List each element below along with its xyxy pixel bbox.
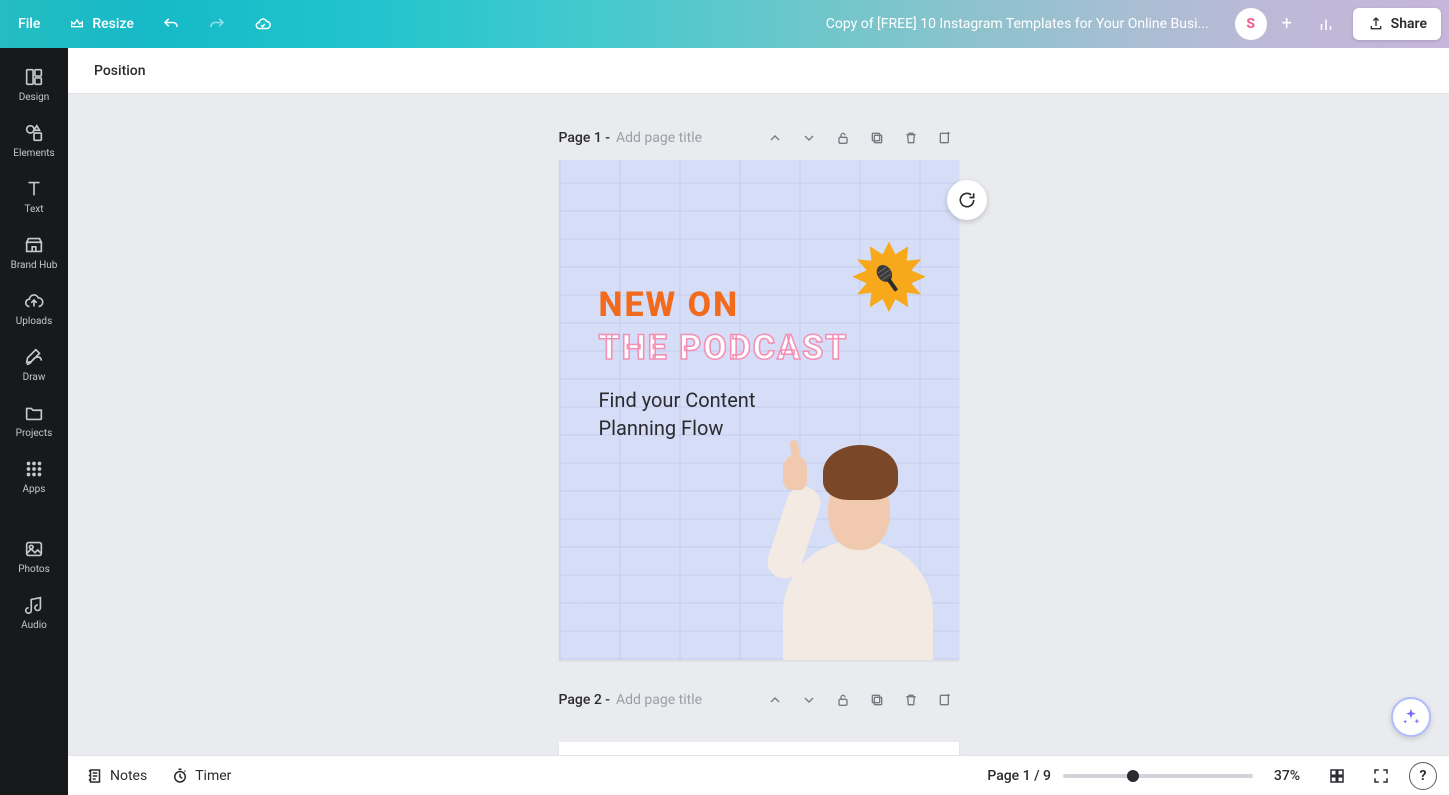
- insights-button[interactable]: [1307, 9, 1345, 39]
- upload-icon: [1367, 15, 1385, 33]
- share-button[interactable]: Share: [1353, 8, 1441, 40]
- zoom-percent[interactable]: 37%: [1265, 768, 1309, 784]
- cloud-check-icon: [254, 15, 272, 33]
- file-menu[interactable]: File: [8, 10, 50, 38]
- design-body-text[interactable]: Find your Content Planning Flow: [599, 386, 756, 442]
- sidebar-label-uploads: Uploads: [12, 316, 56, 328]
- person-photo[interactable]: [753, 370, 953, 660]
- grid-icon: [1328, 767, 1346, 785]
- page1-delete-button[interactable]: [897, 124, 925, 152]
- page1-add-button[interactable]: [931, 124, 959, 152]
- left-sidebar: Design Elements Text Brand Hub Uploads D…: [0, 48, 68, 795]
- position-label: Position: [94, 63, 146, 79]
- page1-collapse-down-button[interactable]: [795, 124, 823, 152]
- sidebar-item-uploads[interactable]: Uploads: [0, 280, 68, 336]
- sidebar-label-brand-hub: Brand Hub: [7, 260, 62, 272]
- help-button[interactable]: ?: [1409, 762, 1437, 790]
- sidebar-item-apps[interactable]: Apps: [0, 448, 68, 504]
- sidebar-item-projects[interactable]: Projects: [0, 392, 68, 448]
- page1-canvas[interactable]: NEW ON THE PODCAST Find your Content Pla…: [559, 160, 959, 660]
- sidebar-label-elements: Elements: [9, 148, 58, 160]
- design-heading-line2[interactable]: THE PODCAST: [599, 328, 849, 368]
- sidebar-item-brand-hub[interactable]: Brand Hub: [0, 224, 68, 280]
- fullscreen-button[interactable]: [1365, 760, 1397, 792]
- page1-collapse-up-button[interactable]: [761, 124, 789, 152]
- zoom-slider-knob[interactable]: [1127, 770, 1139, 782]
- page2-collapse-up-button[interactable]: [761, 686, 789, 714]
- sidebar-label-draw: Draw: [19, 372, 50, 384]
- page2-title-placeholder[interactable]: Add page title: [616, 692, 702, 708]
- page2-duplicate-button[interactable]: [863, 686, 891, 714]
- page1-prefix: Page 1 -: [559, 130, 611, 146]
- timer-label: Timer: [195, 768, 231, 784]
- file-menu-label: File: [18, 16, 40, 32]
- add-collaborator-button[interactable]: +: [1275, 12, 1299, 36]
- sidebar-label-projects: Projects: [12, 428, 57, 440]
- avatar-initial: S: [1246, 16, 1255, 32]
- refresh-icon: [957, 190, 977, 210]
- page2-prefix: Page 2 -: [559, 692, 611, 708]
- cloud-sync-button[interactable]: [244, 9, 282, 39]
- page2-header: Page 2 - Add page title: [559, 686, 959, 714]
- context-toolbar: Position: [68, 48, 1449, 94]
- sidebar-item-elements[interactable]: Elements: [0, 112, 68, 168]
- sidebar-label-photos: Photos: [14, 564, 54, 576]
- undo-button[interactable]: [152, 9, 190, 39]
- bar-chart-icon: [1317, 15, 1335, 33]
- sidebar-item-photos[interactable]: Photos: [0, 528, 68, 584]
- bottom-bar: Notes Timer Page 1 / 9 37% ?: [68, 755, 1449, 795]
- sidebar-item-text[interactable]: Text: [0, 168, 68, 224]
- page1-wrapper: NEW ON THE PODCAST Find your Content Pla…: [559, 160, 959, 660]
- sidebar-label-design: Design: [15, 92, 54, 104]
- page2-collapse-down-button[interactable]: [795, 686, 823, 714]
- page2-add-button[interactable]: [931, 686, 959, 714]
- document-title[interactable]: Copy of [FREE] 10 Instagram Templates fo…: [826, 16, 1209, 32]
- sidebar-label-text: Text: [20, 204, 47, 216]
- notes-icon: [86, 767, 104, 785]
- magic-assist-button[interactable]: [1391, 697, 1431, 737]
- page2-lock-button[interactable]: [829, 686, 857, 714]
- timer-icon: [171, 767, 189, 785]
- redo-icon: [208, 15, 226, 33]
- sparkle-icon: [1401, 707, 1421, 727]
- main-area: Design Elements Text Brand Hub Uploads D…: [0, 48, 1449, 795]
- canvas-area[interactable]: Page 1 - Add page title: [68, 94, 1449, 755]
- position-button[interactable]: Position: [86, 57, 154, 85]
- notes-button[interactable]: Notes: [80, 763, 153, 789]
- design-heading-line1[interactable]: NEW ON: [599, 285, 740, 325]
- plus-icon: +: [1282, 15, 1292, 33]
- notes-label: Notes: [110, 768, 147, 784]
- starburst-badge[interactable]: [849, 240, 929, 320]
- sidebar-label-audio: Audio: [17, 620, 51, 632]
- grid-view-button[interactable]: [1321, 760, 1353, 792]
- share-label: Share: [1391, 16, 1427, 32]
- page2-delete-button[interactable]: [897, 686, 925, 714]
- undo-icon: [162, 15, 180, 33]
- sidebar-item-audio[interactable]: Audio: [0, 584, 68, 640]
- page1-lock-button[interactable]: [829, 124, 857, 152]
- resize-label: Resize: [92, 16, 134, 32]
- page1-header: Page 1 - Add page title: [559, 124, 959, 152]
- page1-title-placeholder[interactable]: Add page title: [616, 130, 702, 146]
- sidebar-item-design[interactable]: Design: [0, 56, 68, 112]
- regenerate-button[interactable]: [947, 180, 987, 220]
- fullscreen-icon: [1372, 767, 1390, 785]
- redo-button[interactable]: [198, 9, 236, 39]
- top-header: File Resize Copy of [FREE] 10 Instagram …: [0, 0, 1449, 48]
- page2-canvas-peek[interactable]: [559, 742, 959, 755]
- question-icon: ?: [1420, 768, 1427, 784]
- page-indicator[interactable]: Page 1 / 9: [987, 768, 1051, 784]
- crown-icon: [68, 15, 86, 33]
- page1-duplicate-button[interactable]: [863, 124, 891, 152]
- microphone-icon: [869, 260, 909, 300]
- timer-button[interactable]: Timer: [165, 763, 237, 789]
- user-avatar[interactable]: S: [1235, 8, 1267, 40]
- resize-button[interactable]: Resize: [58, 9, 144, 39]
- sidebar-item-draw[interactable]: Draw: [0, 336, 68, 392]
- zoom-slider[interactable]: [1063, 774, 1253, 778]
- sidebar-label-apps: Apps: [19, 484, 50, 496]
